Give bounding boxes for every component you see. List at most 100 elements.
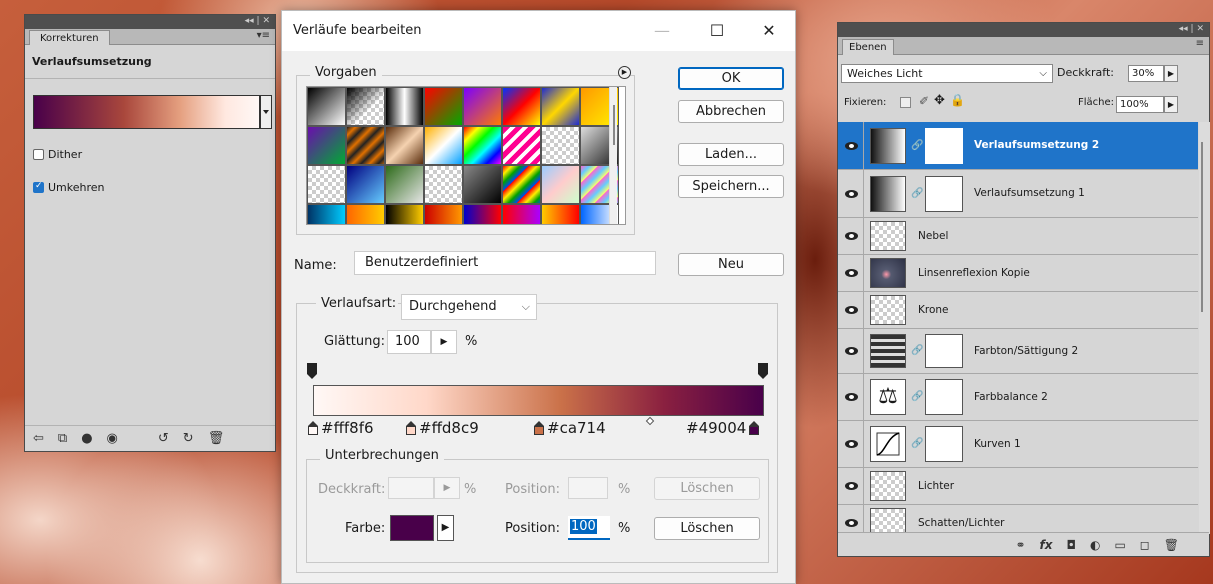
layer-row[interactable]: Linsenreflexion Kopie (838, 255, 1198, 292)
preset-swatch[interactable] (346, 126, 385, 165)
tab-korrekturen[interactable]: Korrekturen (29, 30, 110, 45)
presets-scroll-thumb[interactable] (613, 105, 615, 145)
dither-checkbox[interactable] (33, 149, 44, 160)
preset-swatch[interactable] (424, 126, 463, 165)
color-stop-2[interactable]: #ffd8c9 (406, 419, 479, 437)
layer-row[interactable]: Krone (838, 292, 1198, 329)
opacity-arrow-icon[interactable]: ▶ (434, 477, 460, 499)
layer-mask-thumbnail[interactable] (925, 128, 963, 164)
preset-swatch[interactable] (385, 87, 424, 126)
tab-ebenen[interactable]: Ebenen (842, 39, 894, 55)
add-mask-icon[interactable]: ◘ (1066, 538, 1076, 552)
vorgaben-menu-icon[interactable]: ▶ (618, 66, 631, 79)
name-input[interactable]: Benutzerdefiniert (354, 251, 656, 275)
preset-swatch[interactable] (463, 165, 502, 204)
color-stop-1[interactable]: #fff8f6 (308, 419, 374, 437)
layer-visibility-toggle[interactable] (838, 329, 864, 373)
preset-swatch[interactable] (463, 87, 502, 126)
color-position-input[interactable]: 100 (568, 516, 610, 540)
clip-icon[interactable]: ⇦ (33, 431, 44, 446)
layer-mask-thumbnail[interactable] (925, 176, 963, 212)
preset-swatch[interactable] (541, 165, 580, 204)
preset-swatch[interactable] (346, 204, 385, 224)
preset-swatch[interactable] (541, 204, 580, 224)
new-layer-icon[interactable]: ◻ (1140, 538, 1150, 552)
layer-visibility-toggle[interactable] (838, 122, 864, 169)
layer-row[interactable]: Schatten/Lichter (838, 505, 1198, 534)
layer-row[interactable]: Nebel (838, 218, 1198, 255)
layer-row[interactable]: 🔗 Verlaufsumsetzung 2 (838, 122, 1198, 170)
lock-pixels-icon[interactable]: ✐ (919, 94, 929, 108)
preset-swatch[interactable] (307, 165, 346, 204)
opacity-stop-right[interactable] (758, 363, 768, 379)
panel-menu-icon[interactable]: ▾≡ (257, 30, 270, 41)
reset-view-icon[interactable]: ↺ (158, 431, 169, 446)
color-delete-button[interactable]: Löschen (654, 517, 760, 540)
layer-visibility-toggle[interactable] (838, 292, 864, 328)
trash-icon[interactable]: 🗑 (1164, 538, 1179, 552)
close-icon[interactable]: ✕ (754, 19, 784, 43)
load-button[interactable]: Laden... (678, 143, 784, 166)
layer-row[interactable]: ⚖ 🔗 Farbbalance 2 (838, 374, 1198, 421)
opacity-position-input[interactable] (568, 477, 608, 499)
color-swatch[interactable] (390, 515, 434, 541)
preset-swatch[interactable] (307, 87, 346, 126)
layers-scroll-thumb[interactable] (1201, 142, 1203, 312)
new-group-icon[interactable]: ▭ (1114, 538, 1125, 552)
layer-visibility-toggle[interactable] (838, 468, 864, 504)
visibility-icon[interactable]: ● (81, 431, 92, 446)
ok-button[interactable]: OK (678, 67, 784, 90)
preset-swatch[interactable] (307, 126, 346, 165)
minimize-icon[interactable]: — (647, 19, 677, 43)
preset-swatch[interactable] (385, 165, 424, 204)
preset-swatch[interactable] (502, 204, 541, 224)
link-layers-icon[interactable]: ⚭ (1015, 538, 1025, 552)
preset-swatch[interactable] (424, 165, 463, 204)
new-button[interactable]: Neu (678, 253, 784, 276)
cancel-button[interactable]: Abbrechen (678, 100, 784, 123)
adjustment-layer-icon[interactable]: ◐ (1090, 538, 1100, 552)
opacity-delete-button[interactable]: Löschen (654, 477, 760, 500)
layer-mask-thumbnail[interactable] (925, 334, 963, 368)
fill-input[interactable]: 100% (1116, 96, 1164, 113)
preset-swatch[interactable] (424, 204, 463, 224)
preset-swatch[interactable] (346, 165, 385, 204)
color-arrow-icon[interactable]: ▶ (437, 515, 454, 541)
fill-arrow-icon[interactable]: ▶ (1164, 96, 1178, 113)
layer-row[interactable]: 🔗 Farbton/Sättigung 2 (838, 329, 1198, 374)
trash-icon[interactable]: 🗑 (208, 431, 225, 446)
layer-mask-thumbnail[interactable] (925, 379, 963, 415)
preset-swatch[interactable] (385, 126, 424, 165)
lock-transparent-icon[interactable] (900, 97, 911, 108)
eye-icon[interactable]: ◉ (107, 431, 118, 446)
lock-position-icon[interactable]: ✥ (934, 93, 945, 108)
opacity-stop-left[interactable] (307, 363, 317, 379)
preset-swatch[interactable] (346, 87, 385, 126)
layer-visibility-toggle[interactable] (838, 374, 864, 420)
preset-swatch[interactable] (502, 126, 541, 165)
gradient-type-select[interactable]: Durchgehend ⌵ (401, 294, 537, 320)
layer-visibility-toggle[interactable] (838, 421, 864, 467)
preset-swatch[interactable] (463, 126, 502, 165)
lock-all-icon[interactable]: 🔒 (950, 93, 965, 107)
layer-row[interactable]: Lichter (838, 468, 1198, 505)
preset-swatch[interactable] (463, 204, 502, 224)
gradient-preview[interactable] (33, 95, 260, 129)
panel-collapse-bar[interactable]: ◂◂ | ✕ (838, 23, 1209, 37)
layer-visibility-toggle[interactable] (838, 218, 864, 254)
opacity-input[interactable]: 30% (1128, 65, 1164, 82)
blend-mode-select[interactable]: Weiches Licht ⌵ (841, 64, 1053, 83)
layer-row[interactable]: 🔗 Verlaufsumsetzung 1 (838, 170, 1198, 218)
maximize-icon[interactable]: ☐ (702, 19, 732, 43)
layers-scrollbar[interactable] (1199, 122, 1210, 534)
opacity-input[interactable] (388, 477, 434, 499)
gradient-dropdown-arrow[interactable] (260, 95, 272, 129)
preset-swatch[interactable] (541, 87, 580, 126)
umkehren-checkbox[interactable] (33, 181, 44, 193)
preset-swatch[interactable] (385, 204, 424, 224)
view-previous-icon[interactable]: ⧉ (58, 431, 67, 446)
layer-row[interactable]: 🔗 Kurven 1 (838, 421, 1198, 468)
panel-collapse-bar[interactable]: ◂◂ | ✕ (25, 15, 275, 29)
color-stop-4[interactable]: #49004 (686, 419, 760, 437)
layer-visibility-toggle[interactable] (838, 170, 864, 217)
